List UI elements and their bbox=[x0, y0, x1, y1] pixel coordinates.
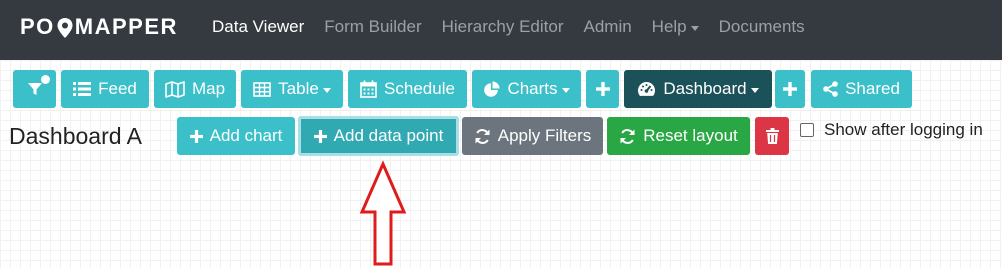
add-dashboard-button[interactable] bbox=[775, 70, 805, 108]
nav-form-builder-label: Form Builder bbox=[324, 17, 422, 36]
filter-button[interactable] bbox=[13, 70, 56, 108]
reset-layout-label: Reset layout bbox=[643, 126, 738, 145]
schedule-button[interactable]: Schedule bbox=[348, 70, 467, 108]
share-icon bbox=[823, 81, 838, 97]
show-after-login-checkbox[interactable] bbox=[800, 123, 814, 137]
plus-icon bbox=[783, 82, 797, 96]
delete-dashboard-button[interactable] bbox=[755, 117, 789, 155]
nav-documents-label: Documents bbox=[718, 17, 805, 36]
list-icon bbox=[73, 81, 92, 97]
nav-hierarchy-editor-label: Hierarchy Editor bbox=[441, 17, 564, 36]
apply-filters-button[interactable]: Apply Filters bbox=[462, 117, 603, 155]
nav-hierarchy-editor[interactable]: Hierarchy Editor bbox=[442, 17, 564, 37]
map-button[interactable]: Map bbox=[154, 70, 236, 108]
add-chart-button[interactable]: Add chart bbox=[177, 117, 295, 155]
map-label: Map bbox=[191, 79, 226, 98]
nav-form-builder[interactable]: Form Builder bbox=[324, 17, 421, 37]
table-label: Table bbox=[278, 79, 319, 98]
calendar-icon bbox=[360, 80, 377, 98]
table-icon bbox=[253, 81, 271, 97]
add-data-point-label: Add data point bbox=[333, 126, 444, 145]
pie-chart-icon bbox=[483, 81, 500, 98]
plus-icon bbox=[313, 129, 327, 143]
map-pin-icon bbox=[56, 17, 74, 39]
dashboard-label: Dashboard bbox=[663, 79, 747, 98]
caret-down-icon bbox=[322, 87, 331, 93]
charts-dropdown-button[interactable]: Charts bbox=[472, 70, 581, 108]
add-data-point-button[interactable]: Add data point bbox=[298, 116, 459, 156]
dashboard-dropdown-button[interactable]: Dashboard bbox=[624, 70, 772, 108]
feed-button[interactable]: Feed bbox=[61, 70, 149, 108]
poimapper-logo[interactable]: PO MAPPER bbox=[20, 14, 178, 40]
plus-icon bbox=[189, 129, 203, 143]
up-arrow-annotation-icon bbox=[359, 160, 407, 266]
show-after-login-option: Show after logging in bbox=[800, 120, 983, 140]
shared-label: Shared bbox=[845, 79, 900, 98]
plus-icon bbox=[595, 82, 610, 96]
caret-down-icon bbox=[561, 87, 570, 93]
apply-filters-label: Apply Filters bbox=[497, 126, 592, 145]
nav-data-viewer[interactable]: Data Viewer bbox=[212, 17, 304, 37]
tachometer-icon bbox=[637, 81, 656, 97]
filter-active-dot bbox=[41, 75, 50, 84]
nav-help-label: Help bbox=[651, 17, 687, 36]
schedule-label: Schedule bbox=[384, 79, 455, 98]
refresh-icon bbox=[619, 128, 636, 145]
add-chart-tab-button[interactable] bbox=[586, 70, 619, 108]
nav-admin[interactable]: Admin bbox=[583, 17, 631, 37]
trash-icon bbox=[765, 128, 779, 144]
refresh-icon bbox=[474, 128, 491, 145]
map-icon bbox=[165, 80, 185, 98]
nav-help-dropdown[interactable]: Help bbox=[652, 17, 699, 37]
show-after-login-label: Show after logging in bbox=[824, 120, 983, 139]
nav-admin-label: Admin bbox=[583, 17, 632, 36]
filter-icon bbox=[27, 81, 43, 97]
charts-label: Charts bbox=[507, 79, 558, 98]
table-dropdown-button[interactable]: Table bbox=[241, 70, 343, 108]
caret-down-icon bbox=[750, 87, 759, 93]
add-chart-label: Add chart bbox=[209, 126, 283, 145]
caret-down-icon bbox=[690, 25, 699, 31]
nav-links: Data Viewer Form Builder Hierarchy Edito… bbox=[212, 17, 825, 37]
top-navbar: PO MAPPER Data Viewer Form Builder Hiera… bbox=[0, 0, 1002, 60]
nav-documents[interactable]: Documents bbox=[719, 17, 805, 37]
dashboard-title: Dashboard A bbox=[9, 123, 142, 149]
reset-layout-button[interactable]: Reset layout bbox=[607, 117, 750, 155]
shared-button[interactable]: Shared bbox=[811, 70, 912, 108]
nav-data-viewer-label: Data Viewer bbox=[212, 17, 305, 36]
feed-label: Feed bbox=[98, 79, 137, 98]
